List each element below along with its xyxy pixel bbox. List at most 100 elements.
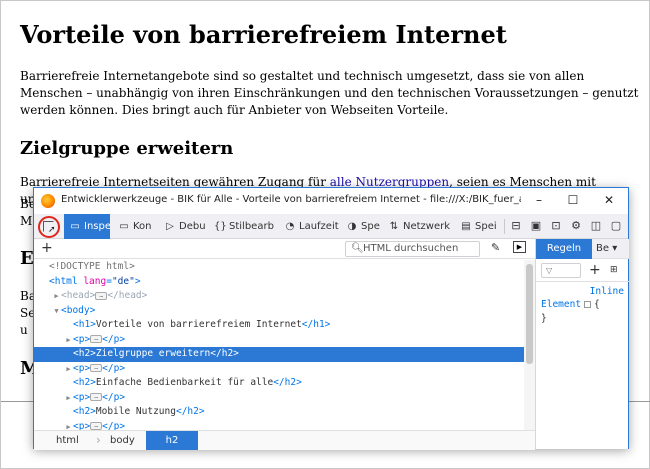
- tab-computed[interactable]: Be ▾: [596, 239, 626, 259]
- markup-line[interactable]: <h1>Vorteile von barrierefreiem Internet…: [34, 318, 524, 333]
- markup-line[interactable]: ▼ <body>: [34, 304, 524, 319]
- tab-label: Netzwerk: [403, 221, 451, 232]
- element-picker-button[interactable]: ➚: [38, 216, 60, 238]
- expand-toggle-icon[interactable]: ▶: [52, 289, 61, 304]
- dock-icon[interactable]: ◫: [588, 218, 604, 234]
- ellipsis-icon[interactable]: …: [95, 291, 108, 300]
- tag-close: >: [134, 275, 141, 287]
- expand-toggle-icon[interactable]: ▶: [64, 391, 73, 406]
- window-title: Entwicklerwerkzeuge - BIK für Alle - Vor…: [61, 194, 521, 205]
- tab-storage[interactable]: ▤ Spei: [456, 214, 502, 239]
- network-icon: ⇅: [389, 221, 399, 232]
- markup-toolbar: + 🔍︎ HTML durchsuchen ✎ ▶: [34, 239, 535, 259]
- tab-debugger[interactable]: ▷ Debu: [160, 214, 208, 239]
- node-text: Mobile Nutzung: [95, 406, 176, 417]
- add-node-plus-icon[interactable]: +: [41, 240, 53, 256]
- expand-toggle-icon[interactable]: ▶: [64, 333, 73, 348]
- tag-close: </p>: [102, 391, 126, 403]
- tab-label: Spe: [361, 221, 380, 232]
- tag-open: <body>: [61, 304, 96, 316]
- markup-line[interactable]: <h2>Mobile Nutzung</h2>: [34, 405, 524, 420]
- tab-console[interactable]: ▭ Kon: [114, 214, 158, 239]
- cursor-arrow-icon: ➚: [48, 225, 56, 235]
- performance-icon: ◔: [285, 221, 295, 232]
- search-icon: 🔍︎: [351, 243, 364, 254]
- attr-value: "de": [111, 275, 135, 287]
- tab-performance[interactable]: ◔ Laufzeit: [280, 214, 340, 239]
- markup-line[interactable]: <h2>Zielgruppe erweitern</h2>: [34, 347, 524, 362]
- responsive-design-icon[interactable]: ⊡: [548, 218, 564, 234]
- tag-open: <head>: [61, 290, 96, 301]
- ellipsis-icon[interactable]: …: [90, 393, 103, 401]
- tag-close: </p>: [102, 333, 126, 345]
- markup-scrollbar[interactable]: [524, 260, 535, 431]
- add-rule-plus-icon[interactable]: +: [589, 262, 601, 278]
- search-placeholder: HTML durchsuchen: [363, 243, 459, 254]
- breadcrumb-h2[interactable]: h2: [146, 431, 198, 450]
- markup-line[interactable]: <!DOCTYPE html>: [34, 260, 524, 275]
- doctype-node: <!DOCTYPE html>: [49, 261, 135, 272]
- debugger-icon: ▷: [166, 221, 174, 232]
- devtools-titlebar[interactable]: Entwicklerwerkzeuge - BIK für Alle - Vor…: [34, 188, 628, 214]
- tag-open: <p>: [73, 333, 91, 345]
- tag-open: <h1>: [73, 319, 96, 330]
- close-brace: }: [541, 313, 547, 324]
- open-brace: {: [594, 299, 600, 310]
- layout-icon[interactable]: ⊟: [508, 218, 524, 234]
- markup-line[interactable]: <h2>Einfache Bedienbarkeit für alle</h2>: [34, 376, 524, 391]
- page-heading-1: Vorteile von barrierefreiem Internet: [20, 20, 507, 49]
- webpage-content: Vorteile von barrierefreiem Internet Bar…: [20, 19, 640, 208]
- tab-inspector[interactable]: ▭ Inspe: [64, 214, 110, 239]
- ellipsis-icon[interactable]: …: [90, 364, 103, 372]
- tab-style-editor[interactable]: {} Stilbearb: [210, 214, 278, 239]
- tab-label: Spei: [475, 221, 497, 232]
- tag-open: <h2>: [73, 348, 96, 359]
- inline-source-label[interactable]: Inline: [590, 286, 624, 297]
- style-editor-icon: {}: [214, 221, 227, 232]
- settings-gear-icon[interactable]: ⚙: [568, 218, 584, 234]
- tab-rules[interactable]: Regeln: [536, 239, 592, 259]
- node-text: Einfache Bedienbarkeit für alle: [95, 377, 274, 388]
- tag-close: </h2>: [175, 406, 205, 417]
- html-search-input[interactable]: 🔍︎ HTML durchsuchen: [345, 241, 480, 257]
- scrollbar-thumb[interactable]: [526, 264, 533, 364]
- markup-line[interactable]: ▶ <p>… </p>: [34, 391, 524, 406]
- expand-toggle-icon[interactable]: ▼: [52, 304, 61, 319]
- node-text: Vorteile von barrierefreiem Internet: [95, 319, 302, 330]
- markup-line[interactable]: ▶ <head>… </head>: [34, 289, 524, 304]
- close-button[interactable]: ✕: [594, 190, 624, 210]
- inspector-icon: ▭: [70, 221, 80, 232]
- expand-toggle-icon[interactable]: ▶: [64, 362, 73, 377]
- markup-panel: + 🔍︎ HTML durchsuchen ✎ ▶ <!DOCTYPE html…: [34, 239, 535, 450]
- screenshot-icon[interactable]: ▶: [513, 241, 526, 253]
- ellipsis-icon[interactable]: …: [90, 335, 103, 343]
- tab-network[interactable]: ⇅ Netzwerk: [384, 214, 454, 239]
- breadcrumb-body[interactable]: body: [110, 431, 135, 450]
- markup-line[interactable]: ▶ <p>… </p>: [34, 362, 524, 377]
- filter-icon: ▽: [546, 266, 553, 275]
- minimize-button[interactable]: –: [524, 190, 554, 210]
- ellipsis-icon[interactable]: …: [90, 422, 103, 430]
- intro-paragraph: Barrierefreie Internetangebote sind so g…: [20, 69, 639, 117]
- eyedropper-icon[interactable]: ✎: [491, 241, 500, 254]
- element-rule-selector: Element: [541, 299, 582, 310]
- element-rule-checkbox[interactable]: [584, 301, 592, 308]
- maximize-button[interactable]: ☐: [558, 190, 588, 210]
- tab-label: Kon: [133, 221, 152, 232]
- rules-filter-input[interactable]: ▽: [541, 263, 581, 278]
- markup-line[interactable]: ▶ <p>… </p>: [34, 333, 524, 348]
- attr-name: lang: [83, 275, 107, 287]
- split-console-icon[interactable]: ▣: [528, 218, 544, 234]
- tag-close: </h1>: [301, 319, 331, 330]
- markup-line[interactable]: <html lang="de">: [34, 275, 524, 290]
- tab-memory[interactable]: ◑ Spe: [342, 214, 382, 239]
- devtools-window: Entwicklerwerkzeuge - BIK für Alle - Vor…: [33, 187, 629, 450]
- breadcrumb-html[interactable]: html: [56, 431, 79, 450]
- tab-label: Inspe: [84, 221, 110, 232]
- tab-computed-label: Be: [596, 243, 610, 254]
- rules-toolbar: ▽ + ⊞: [536, 260, 629, 282]
- tab-label: Debu: [179, 221, 206, 232]
- pseudo-class-toggle-icon[interactable]: ⊞: [610, 265, 618, 275]
- undock-icon[interactable]: ▢: [608, 218, 624, 234]
- memory-icon: ◑: [347, 221, 357, 232]
